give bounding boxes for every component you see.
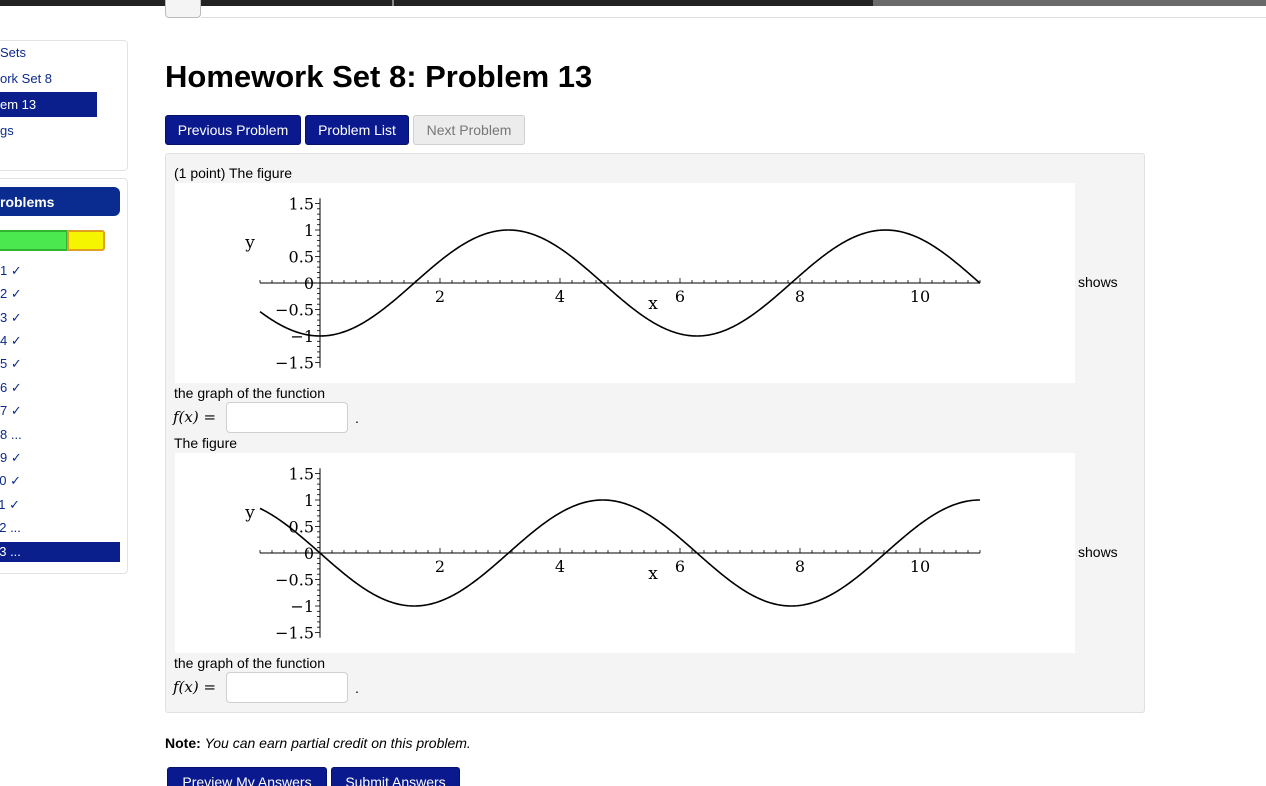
partial-credit-note: Note: You can earn partial credit on thi… xyxy=(165,735,471,751)
progress-incomplete xyxy=(67,230,105,251)
problem-link-5[interactable]: 5 ✓ xyxy=(0,356,22,372)
x-tick-label: 8 xyxy=(795,557,805,576)
problem-link-13[interactable]: 13 ... xyxy=(0,544,21,559)
page-title: Homework Set 8: Problem 13 xyxy=(165,59,593,94)
fx-label-1: f(x) = xyxy=(173,408,216,426)
previous-problem-button[interactable]: Previous Problem xyxy=(165,115,301,145)
y-tick-label: −1.5 xyxy=(275,624,314,643)
shows-text-2: shows xyxy=(1078,544,1118,560)
problem-link-10[interactable]: 10 ✓ xyxy=(0,473,21,489)
x-tick-label: 2 xyxy=(435,287,445,306)
problem-link-8[interactable]: 8 ... xyxy=(0,427,22,442)
sidebar-link-problem[interactable]: em 13 xyxy=(0,97,36,112)
tab-strip-dark xyxy=(0,0,873,6)
y-tick-label: 1 xyxy=(304,221,314,240)
figure-2-intro: The figure xyxy=(174,435,238,451)
problem-link-12[interactable]: 12 ... xyxy=(0,520,21,535)
y-tick-label: 0.5 xyxy=(289,248,314,267)
header-menu-button[interactable] xyxy=(165,0,201,18)
problem-link-11[interactable]: 11 ✓ xyxy=(0,497,20,513)
x-tick-label: 2 xyxy=(435,557,445,576)
answer-input-2[interactable] xyxy=(226,672,348,703)
x-axis-label: x xyxy=(648,564,658,584)
problem-list-button[interactable]: Problem List xyxy=(305,115,409,145)
answer-input-1[interactable] xyxy=(226,402,348,433)
problem-link-3[interactable]: 3 ✓ xyxy=(0,310,22,326)
next-problem-button[interactable]: Next Problem xyxy=(413,115,525,145)
y-axis-label: y xyxy=(244,503,255,523)
graph-of-text-1: the graph of the function xyxy=(174,385,325,401)
x-tick-label: 6 xyxy=(675,557,685,576)
fx-label-2-text: f(x) = xyxy=(173,678,217,696)
fx-label-2: f(x) = xyxy=(173,678,216,696)
y-tick-label: 1 xyxy=(304,491,314,510)
figure-1-plot: 2 4 6 8 10 1.5 1 0.5 0 −0.5 −1 −1.5 y x xyxy=(244,195,981,373)
x-axis-label: x xyxy=(648,294,658,314)
submit-answers-button[interactable]: Submit Answers xyxy=(331,767,460,786)
progress-correct xyxy=(0,230,68,251)
y-tick-label: −0.5 xyxy=(275,571,314,590)
y-tick-label: −0.5 xyxy=(275,301,314,320)
y-tick-label: 1.5 xyxy=(289,465,314,484)
x-tick-label: 6 xyxy=(675,287,685,306)
y-axis-label: y xyxy=(244,233,255,253)
sidebar-link-homework-set[interactable]: ork Set 8 xyxy=(0,71,52,86)
header-divider xyxy=(392,0,394,6)
problem-link-4[interactable]: 4 ✓ xyxy=(0,333,22,349)
sidebar-link-settings[interactable]: gs xyxy=(0,123,14,138)
header-rule xyxy=(201,17,1266,18)
note-text: You can earn partial credit on this prob… xyxy=(204,735,471,751)
problem-intro: (1 point) The figure xyxy=(174,165,293,181)
x-tick-label: 10 xyxy=(910,287,930,306)
problems-header: roblems xyxy=(0,194,55,210)
shows-text-1: shows xyxy=(1078,274,1118,290)
tab-strip-light xyxy=(873,0,1266,6)
note-label: Note: xyxy=(165,735,201,751)
problem-link-7[interactable]: 7 ✓ xyxy=(0,403,22,419)
x-tick-label: 10 xyxy=(910,557,930,576)
y-tick-label: 1.5 xyxy=(289,195,314,214)
graph-of-text-2: the graph of the function xyxy=(174,655,325,671)
y-tick-label: −1 xyxy=(290,327,314,346)
problem-link-6[interactable]: 6 ✓ xyxy=(0,380,22,396)
period-2: . xyxy=(355,680,359,696)
x-tick-label: 4 xyxy=(555,557,565,576)
figure-2: 2 4 6 8 10 1.5 1 0.5 0 −0.5 −1 −1.5 y x xyxy=(175,453,1075,653)
sidebar-link-sets[interactable]: Sets xyxy=(0,45,26,60)
y-tick-label: 0.5 xyxy=(289,518,314,537)
period-1: . xyxy=(355,410,359,426)
problem-link-1[interactable]: 1 ✓ xyxy=(0,263,22,279)
y-tick-label: −1.5 xyxy=(275,354,314,373)
x-tick-label: 4 xyxy=(555,287,565,306)
preview-answers-button[interactable]: Preview My Answers xyxy=(167,767,327,786)
fx-label-1-text: f(x) = xyxy=(173,408,217,426)
figure-1: 2 4 6 8 10 1.5 1 0.5 0 −0.5 −1 −1.5 y x xyxy=(175,183,1075,383)
x-tick-label: 8 xyxy=(795,287,805,306)
problem-link-2[interactable]: 2 ✓ xyxy=(0,286,22,302)
figure-2-plot: 2 4 6 8 101.510.50−0.5−1−1.5yx xyxy=(244,465,981,643)
y-tick-label: 0 xyxy=(304,274,314,293)
problem-link-9[interactable]: 9 ✓ xyxy=(0,450,22,466)
y-tick-label: −1 xyxy=(290,597,314,616)
